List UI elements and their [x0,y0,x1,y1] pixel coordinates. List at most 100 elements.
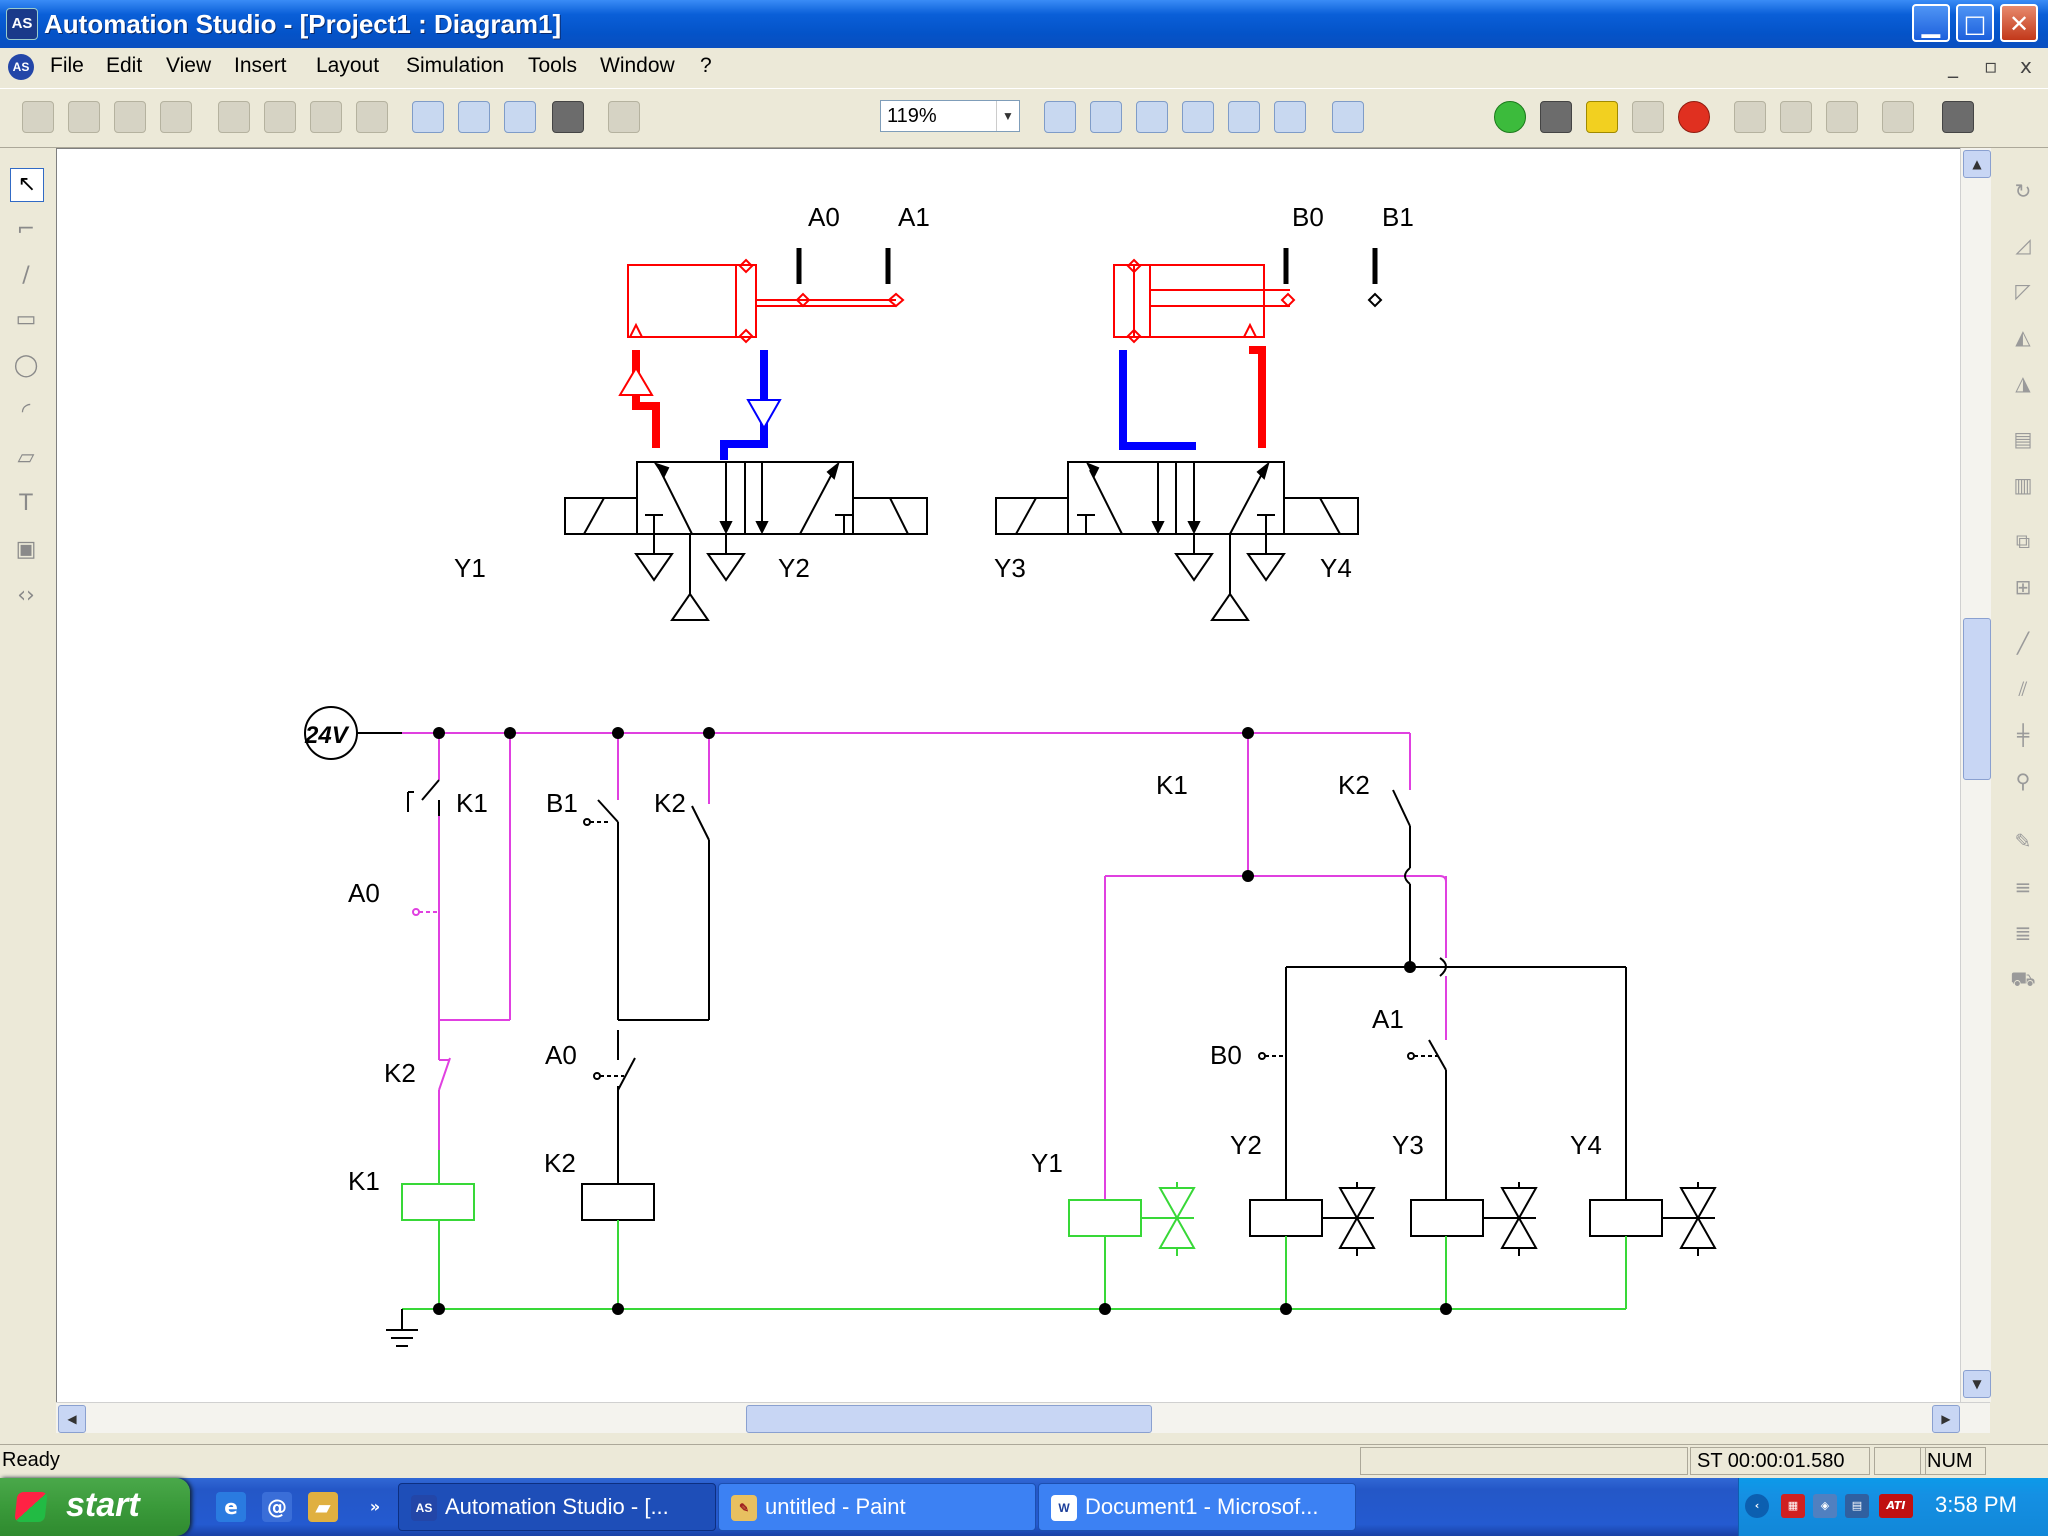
new-icon[interactable] [22,101,54,133]
copy-icon[interactable] [264,101,296,133]
vertical-scroll-thumb[interactable] [1963,618,1991,780]
contact-k1-holding[interactable] [407,779,440,816]
scroll-up-icon[interactable]: ▲ [1963,150,1991,178]
simulation-step-icon[interactable] [1586,101,1618,133]
line-icon[interactable]: / [10,260,42,292]
tray-network-icon[interactable]: ◈ [1813,1494,1837,1518]
lines-icon[interactable]: ≡ [2008,872,2038,902]
rotate-icon[interactable]: ↻ [2008,176,2038,206]
power-supply-24v[interactable]: 24V [304,706,402,760]
polygon-icon[interactable]: ▱ [10,442,42,474]
menu-layout[interactable]: Layout [316,54,379,78]
tool-c-icon[interactable] [1826,101,1858,133]
library-icon[interactable] [458,101,490,133]
close-button[interactable]: ✕ [2000,4,2038,42]
sensor-a0-left[interactable] [412,908,439,916]
text-icon[interactable]: T [10,488,42,520]
tool-a-icon[interactable] [1734,101,1766,133]
app-icon[interactable]: AS [6,8,38,40]
select-pointer-icon[interactable]: ↖ [10,168,44,202]
contact-k2-right[interactable] [1392,789,1411,827]
contact-k2-nc[interactable] [438,1057,451,1091]
group-icon[interactable]: ⧉ [2008,526,2038,556]
ati-icon[interactable]: ATI [1879,1494,1913,1518]
tray-display-icon[interactable]: ▤ [1845,1494,1869,1518]
rectangle-icon[interactable]: ▭ [10,304,42,336]
menu-help[interactable]: ? [700,54,712,78]
menu-simulation[interactable]: Simulation [406,54,504,78]
components-icon[interactable] [504,101,536,133]
contact-a1[interactable] [1407,1039,1447,1071]
scroll-left-icon[interactable]: ◀ [58,1405,86,1433]
bring-front-icon[interactable]: ▤ [2008,424,2038,454]
horizontal-scroll-thumb[interactable] [746,1405,1152,1433]
simulation-slow-icon[interactable] [1632,101,1664,133]
solenoid-y1[interactable] [1068,1182,1196,1256]
minimize-button[interactable]: ▁ [1912,4,1950,42]
chevron-down-icon[interactable]: ▼ [996,101,1019,131]
browser-icon[interactable] [412,101,444,133]
open-icon[interactable] [68,101,100,133]
ellipse-icon[interactable]: ◯ [10,350,42,382]
solenoid-y4[interactable] [1589,1182,1717,1256]
rotate-right-icon[interactable]: ◸ [2008,276,2038,306]
solenoid-y2[interactable] [1249,1182,1376,1256]
maximize-button[interactable]: □ [1956,4,1994,42]
diagram[interactable]: A0 A1 B0 B1 Y1 Y2 Y3 Y4 24V K1 A0 K2 B1 … [57,149,1957,1399]
rotate-left-icon[interactable]: ◿ [2008,230,2038,260]
zoom-out-icon[interactable] [1090,101,1122,133]
break-icon[interactable]: ⫽ [2008,674,2038,704]
mdi-restore-button[interactable]: ▫ [1984,54,1998,78]
zoom-in-icon[interactable] [1044,101,1076,133]
pan-hand-icon[interactable] [1332,101,1364,133]
junction-icon[interactable]: ╪ [2008,720,2038,750]
truck-icon[interactable]: ⛟ [2008,964,2038,994]
folder-icon[interactable]: ▰ [308,1492,338,1522]
cylinder-b[interactable] [1113,258,1290,344]
probe-icon[interactable]: ⚲ [2008,766,2038,796]
plotter-icon[interactable] [1942,101,1974,133]
valve-b[interactable] [995,461,1359,621]
menu-tools[interactable]: Tools [528,54,577,78]
task-paint[interactable]: ✎ untitled - Paint [718,1483,1036,1531]
camera-icon[interactable] [552,101,584,133]
vertical-scrollbar[interactable]: ▲ ▼ [1960,148,1991,1402]
horizontal-scrollbar[interactable]: ◀ ▶ [56,1402,1990,1433]
paste-icon[interactable] [310,101,342,133]
code-icon[interactable]: ‹› [10,580,42,612]
menu-edit[interactable]: Edit [106,54,142,78]
zoom-page-icon[interactable] [1182,101,1214,133]
coil-k2[interactable] [581,1183,655,1221]
link-icon[interactable]: ⌐ [10,214,42,246]
start-button[interactable]: start [0,1478,190,1536]
contact-k2[interactable] [691,805,710,841]
sensor-b0[interactable] [1258,1052,1286,1060]
lines-alt-icon[interactable]: ≣ [2008,918,2038,948]
task-word[interactable]: W Document1 - Microsof... [1038,1483,1356,1531]
tray-expand-icon[interactable]: ‹ [1745,1494,1769,1518]
menu-insert[interactable]: Insert [234,54,287,78]
scroll-right-icon[interactable]: ▶ [1932,1405,1960,1433]
contact-a0-mid[interactable] [593,1030,636,1184]
tool-b-icon[interactable] [1780,101,1812,133]
zoom-previous-icon[interactable] [1274,101,1306,133]
clock[interactable]: 3:58 PM [1935,1492,2017,1518]
mdi-minimize-button[interactable]: _ [1948,54,1958,78]
menu-view[interactable]: View [166,54,211,78]
valve-a[interactable] [564,461,928,621]
image-icon[interactable]: ▣ [10,534,42,566]
simulation-stop-icon[interactable] [1678,101,1710,133]
back-arrow-icon[interactable] [608,101,640,133]
ungroup-icon[interactable]: ⊞ [2008,572,2038,602]
mdi-close-button[interactable]: x [2020,54,2032,78]
solenoid-y3[interactable] [1410,1182,1538,1256]
internet-explorer-icon[interactable]: e [216,1492,246,1522]
menu-window[interactable]: Window [600,54,675,78]
browser-quicklaunch-icon[interactable]: @ [262,1492,292,1522]
cylinder-a[interactable] [627,258,905,344]
flip-horizontal-icon[interactable]: ◭ [2008,322,2038,352]
arc-icon[interactable]: ◜ [10,396,42,428]
cut-icon[interactable] [218,101,250,133]
zoom-window-icon[interactable] [1136,101,1168,133]
send-back-icon[interactable]: ▥ [2008,470,2038,500]
